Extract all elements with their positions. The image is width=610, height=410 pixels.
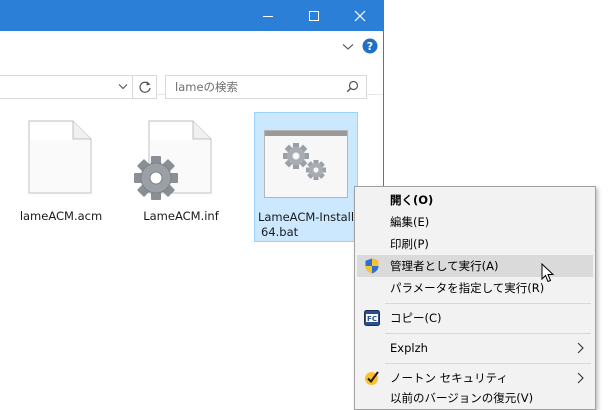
menu-item-restore-previous-versions[interactable]: 以前のバージョンの復元(V) <box>357 389 593 407</box>
svg-text:?: ? <box>367 40 373 53</box>
blank-file-icon <box>28 120 92 194</box>
submenu-arrow-icon <box>577 342 584 354</box>
norton-checkmark-icon <box>365 371 379 385</box>
address-dropdown-chevron-icon[interactable] <box>118 83 128 91</box>
file-name: LameACM.inf <box>143 209 219 223</box>
menu-item-norton-security[interactable]: ノートン セキュリティ <box>357 367 593 389</box>
search-placeholder: lameの検索 <box>175 80 239 94</box>
file-list[interactable]: lameACM.acm LameACM.inf LameACM-Install … <box>0 94 383 410</box>
explorer-window: ? lameの検索 lameACM.acm LameACM.inf LameAC… <box>0 0 384 410</box>
svg-text:FC: FC <box>367 315 377 323</box>
mouse-pointer-icon <box>541 263 555 283</box>
title-bar[interactable] <box>0 0 383 31</box>
minimize-icon <box>263 15 273 17</box>
help-icon[interactable]: ? <box>362 38 378 54</box>
menu-separator <box>385 363 591 364</box>
minimize-button[interactable] <box>245 0 291 31</box>
menu-item-copy[interactable]: FC コピー(C) <box>357 307 593 329</box>
file-name: lameACM.acm <box>19 209 103 223</box>
menu-item-open[interactable]: 開く(O) <box>357 189 593 211</box>
batch-file-icon <box>264 130 348 198</box>
maximize-icon <box>309 10 319 21</box>
file-item-selected[interactable]: LameACM-Install 64.bat <box>254 112 358 242</box>
ribbon-bar: ? <box>0 31 383 59</box>
settings-gear-icon <box>134 156 178 200</box>
search-icon[interactable] <box>346 80 359 93</box>
file-item[interactable]: LameACM.inf <box>128 116 234 236</box>
menu-item-explzh[interactable]: Explzh <box>357 337 593 359</box>
menu-separator <box>385 333 591 334</box>
menu-item-print[interactable]: 印刷(P) <box>357 233 593 255</box>
file-name-line2: 64.bat <box>261 225 299 239</box>
maximize-button[interactable] <box>291 0 337 31</box>
refresh-icon[interactable] <box>138 80 152 94</box>
uac-shield-icon <box>365 258 379 274</box>
ribbon-expand-chevron-icon[interactable] <box>342 43 354 51</box>
file-item[interactable]: lameACM.acm <box>8 116 114 236</box>
close-button[interactable] <box>337 0 383 31</box>
address-row: lameの検索 <box>0 60 383 99</box>
close-icon <box>354 10 366 21</box>
submenu-arrow-icon <box>577 372 584 384</box>
menu-item-edit[interactable]: 編集(E) <box>357 211 593 233</box>
menu-item-run-with-parameters[interactable]: パラメータを指定して実行(R) <box>357 277 593 299</box>
menu-item-run-as-admin[interactable]: 管理者として実行(A) <box>357 255 593 277</box>
fastcopy-icon: FC <box>364 310 380 326</box>
menu-separator <box>385 303 591 304</box>
context-menu: 開く(O) 編集(E) 印刷(P) 管理者として実行(A) パラメータを指定して… <box>354 186 596 410</box>
